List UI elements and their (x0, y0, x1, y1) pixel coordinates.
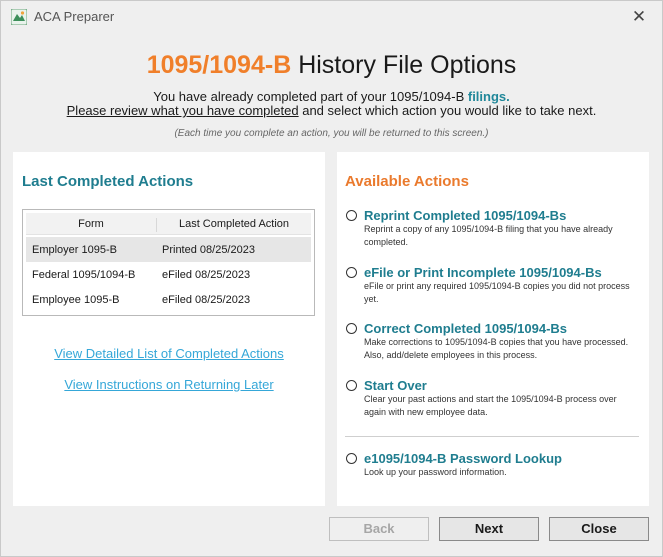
intro-line-2: Please review what you have completed an… (1, 103, 662, 118)
completed-actions-table: Form Last Completed Action Employer 1095… (22, 209, 315, 316)
column-header-last-action[interactable]: Last Completed Action (157, 218, 311, 230)
intro-line-1: You have already completed part of your … (1, 89, 662, 104)
available-actions-panel: Available Actions Reprint Completed 1095… (337, 152, 649, 506)
intro-line-1-text: You have already completed part of your … (153, 89, 468, 104)
available-actions-title: Available Actions (345, 173, 469, 190)
window-title: ACA Preparer (34, 9, 115, 24)
window-close-button[interactable]: ✕ (616, 1, 662, 32)
close-button[interactable]: Close (549, 517, 649, 541)
radio-reprint[interactable] (346, 210, 357, 221)
table-row[interactable]: Federal 1095/1094-B eFiled 08/25/2023 (26, 262, 311, 287)
option-reprint-desc: Reprint a copy of any 1095/1094-B filing… (364, 224, 613, 247)
radio-correct[interactable] (346, 323, 357, 334)
column-header-form[interactable]: Form (26, 218, 157, 232)
option-password-lookup-desc: Look up your password information. (364, 467, 507, 477)
close-icon: ✕ (631, 6, 647, 26)
table-header: Form Last Completed Action (26, 213, 311, 235)
option-start-over-desc: Clear your past actions and start the 10… (364, 394, 617, 417)
view-instructions-link[interactable]: View Instructions on Returning Later (13, 377, 325, 392)
row-form: Employee 1095-B (32, 294, 120, 306)
table-row[interactable]: Employee 1095-B eFiled 08/25/2023 (26, 287, 311, 312)
page-title-rest: History File Options (291, 51, 517, 79)
last-completed-panel: Last Completed Actions Form Last Complet… (13, 152, 325, 506)
last-completed-title: Last Completed Actions (22, 173, 194, 190)
return-note: (Each time you complete an action, you w… (174, 128, 489, 139)
radio-start-over[interactable] (346, 380, 357, 391)
option-reprint-title[interactable]: Reprint Completed 1095/1094-Bs (364, 208, 566, 223)
option-correct-desc: Make corrections to 1095/1094-B copies t… (364, 337, 629, 360)
intro-line-2-underlined: Please review what you have completed (66, 103, 299, 118)
row-action: eFiled 08/25/2023 (162, 269, 251, 281)
option-correct-title[interactable]: Correct Completed 1095/1094-Bs (364, 321, 567, 336)
next-button[interactable]: Next (439, 517, 539, 541)
row-form: Federal 1095/1094-B (32, 269, 136, 281)
intro-line-1-highlight: filings. (467, 89, 510, 104)
intro-line-2-text: and select which action you would like t… (298, 103, 597, 118)
page-title-accent: 1095/1094-B (146, 51, 292, 79)
options-divider (345, 436, 639, 437)
aca-preparer-window: ACA Preparer ✕ 1095/1094-B History File … (0, 0, 663, 557)
row-action: Printed 08/25/2023 (162, 244, 255, 256)
row-action: eFiled 08/25/2023 (162, 294, 251, 306)
option-efile-print-title[interactable]: eFile or Print Incomplete 1095/1094-Bs (364, 265, 602, 280)
title-bar: ACA Preparer ✕ (1, 1, 662, 32)
row-form: Employer 1095-B (32, 244, 117, 256)
table-row[interactable]: Employer 1095-B Printed 08/25/2023 (26, 237, 311, 262)
option-password-lookup-title[interactable]: e1095/1094-B Password Lookup (364, 451, 562, 466)
option-start-over-title[interactable]: Start Over (364, 378, 427, 393)
radio-password-lookup[interactable] (346, 453, 357, 464)
aca-preparer-icon (11, 9, 27, 25)
radio-efile-print[interactable] (346, 267, 357, 278)
back-button[interactable]: Back (329, 517, 429, 541)
page-title: 1095/1094-B History File Options (1, 51, 662, 80)
view-detailed-list-link[interactable]: View Detailed List of Completed Actions (13, 346, 325, 361)
option-efile-print-desc: eFile or print any required 1095/1094-B … (364, 281, 630, 304)
